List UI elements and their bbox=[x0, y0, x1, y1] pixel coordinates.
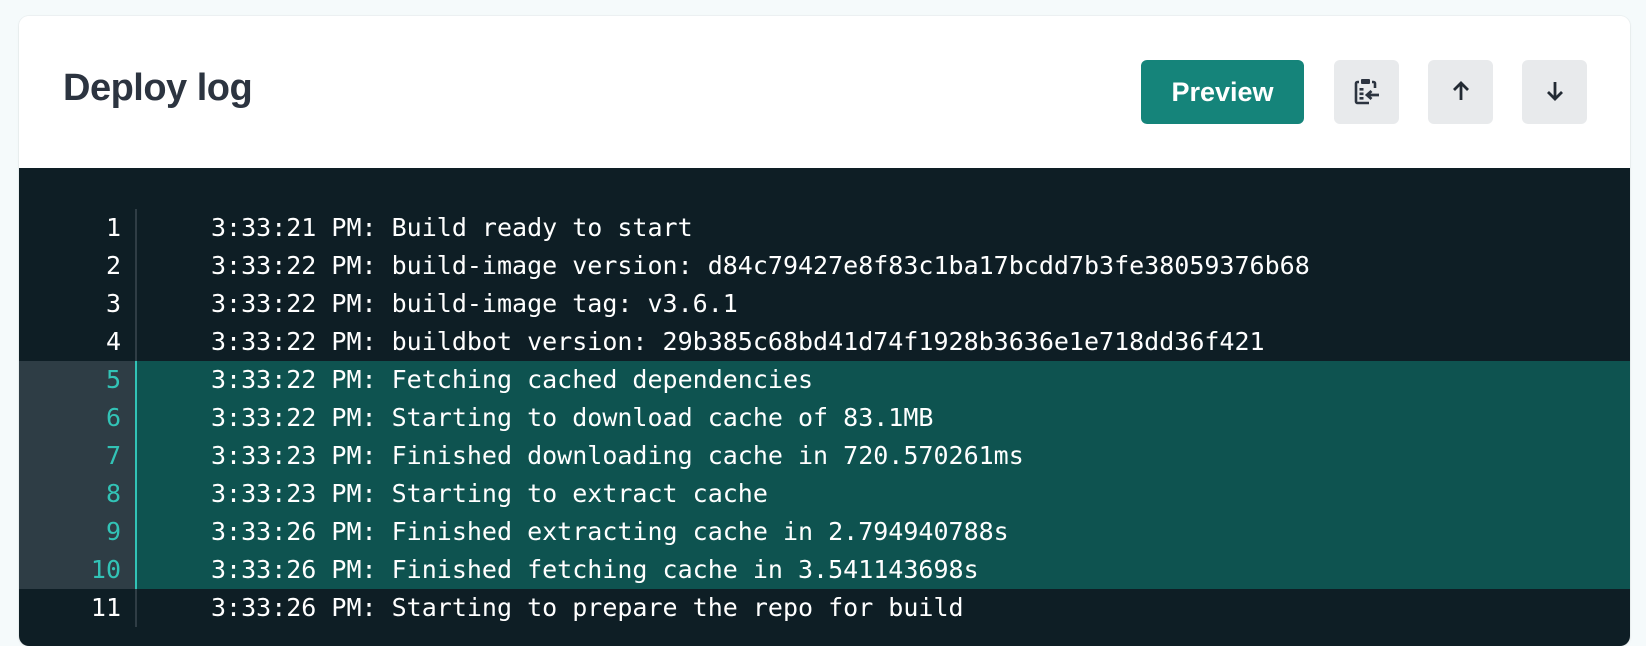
log-line[interactable]: 4 3:33:22 PM: buildbot version: 29b385c6… bbox=[19, 323, 1630, 361]
deploy-log-card: Deploy log Preview 1 3:33:21 PM: Build r… bbox=[19, 16, 1630, 646]
log-line-text: 3:33:23 PM: Finished downloading cache i… bbox=[211, 441, 1024, 470]
log-line[interactable]: 5 3:33:22 PM: Fetching cached dependenci… bbox=[19, 361, 1630, 399]
page-title: Deploy log bbox=[63, 67, 253, 109]
line-number[interactable]: 5 bbox=[19, 361, 137, 399]
scroll-up-button[interactable] bbox=[1428, 60, 1493, 124]
log-line[interactable]: 10 3:33:26 PM: Finished fetching cache i… bbox=[19, 551, 1630, 589]
line-number[interactable]: 10 bbox=[19, 551, 137, 589]
log-line[interactable]: 11 3:33:26 PM: Starting to prepare the r… bbox=[19, 589, 1630, 627]
line-number[interactable]: 3 bbox=[19, 285, 137, 323]
card-header: Deploy log Preview bbox=[19, 16, 1630, 168]
line-number[interactable]: 6 bbox=[19, 399, 137, 437]
log-line[interactable]: 6 3:33:22 PM: Starting to download cache… bbox=[19, 399, 1630, 437]
log-line-text: 3:33:22 PM: Fetching cached dependencies bbox=[211, 365, 814, 394]
log-line-text: 3:33:22 PM: buildbot version: 29b385c68b… bbox=[211, 327, 1265, 356]
scroll-down-button[interactable] bbox=[1522, 60, 1587, 124]
log-line-text: 3:33:22 PM: Starting to download cache o… bbox=[211, 403, 934, 432]
log-line[interactable]: 7 3:33:23 PM: Finished downloading cache… bbox=[19, 437, 1630, 475]
log-line-text: 3:33:22 PM: build-image tag: v3.6.1 bbox=[211, 289, 738, 318]
line-number[interactable]: 4 bbox=[19, 323, 137, 361]
log-line-text: 3:33:22 PM: build-image version: d84c794… bbox=[211, 251, 1310, 280]
log-line-text: 3:33:26 PM: Finished extracting cache in… bbox=[211, 517, 1009, 546]
line-number[interactable]: 1 bbox=[19, 209, 137, 247]
arrow-up-icon bbox=[1449, 79, 1473, 106]
preview-button[interactable]: Preview bbox=[1141, 60, 1304, 124]
line-number[interactable]: 11 bbox=[19, 589, 137, 627]
log-line-text: 3:33:26 PM: Finished fetching cache in 3… bbox=[211, 555, 979, 584]
log-line[interactable]: 3 3:33:22 PM: build-image tag: v3.6.1 bbox=[19, 285, 1630, 323]
log-line[interactable]: 9 3:33:26 PM: Finished extracting cache … bbox=[19, 513, 1630, 551]
log-line[interactable]: 2 3:33:22 PM: build-image version: d84c7… bbox=[19, 247, 1630, 285]
line-number[interactable]: 9 bbox=[19, 513, 137, 551]
line-number[interactable]: 2 bbox=[19, 247, 137, 285]
arrow-down-icon bbox=[1543, 79, 1567, 106]
log-line-text: 3:33:23 PM: Starting to extract cache bbox=[211, 479, 768, 508]
log-line-text: 3:33:26 PM: Starting to prepare the repo… bbox=[211, 593, 964, 622]
line-number[interactable]: 7 bbox=[19, 437, 137, 475]
line-number[interactable]: 8 bbox=[19, 475, 137, 513]
log-line[interactable]: 8 3:33:23 PM: Starting to extract cache bbox=[19, 475, 1630, 513]
clipboard-copy-icon bbox=[1352, 76, 1382, 109]
log-output[interactable]: 1 3:33:21 PM: Build ready to start 2 3:3… bbox=[19, 168, 1630, 646]
log-line-text: 3:33:21 PM: Build ready to start bbox=[211, 213, 693, 242]
log-line[interactable]: 1 3:33:21 PM: Build ready to start bbox=[19, 209, 1630, 247]
copy-log-button[interactable] bbox=[1334, 60, 1399, 124]
